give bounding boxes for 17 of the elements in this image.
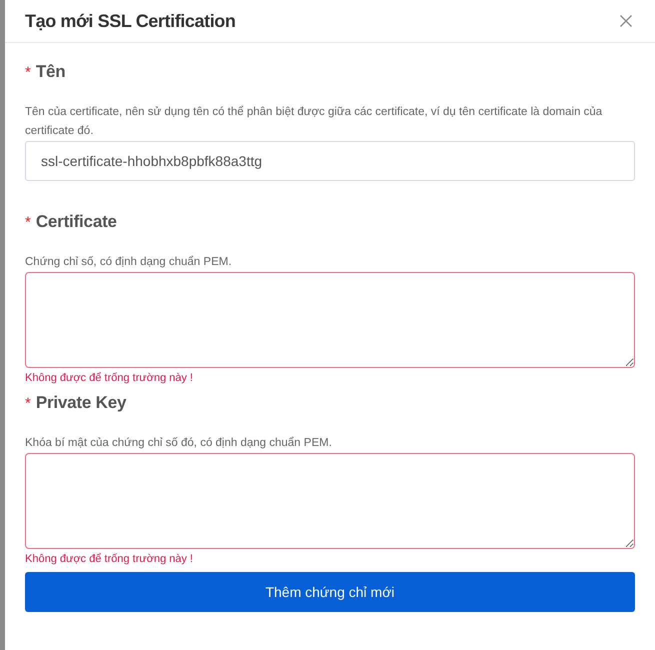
field-description: Khóa bí mật của chứng chỉ số đó, có định dạng chuẩn PEM. bbox=[25, 436, 333, 451]
field-description: Tên của certificate, nên sử dụng tên có thể phân biệt được giữa các certificate, ví dụ tên certificate là domain của certificate đó. bbox=[25, 104, 604, 139]
required-mark: * bbox=[25, 63, 31, 83]
submit-button[interactable]: Thêm chứng chỉ mới bbox=[25, 572, 635, 612]
text-input[interactable]: ssl-certificate-hhobhxb8pbfk88a3ttg bbox=[25, 141, 635, 181]
field-description: Chứng chỉ số, có định dạng chuẩn PEM. bbox=[25, 254, 233, 270]
text-area-field[interactable] bbox=[25, 272, 635, 368]
error-message: Không được để trống trường này ! bbox=[25, 371, 194, 386]
close-icon[interactable] bbox=[620, 15, 632, 27]
required-mark: * bbox=[25, 213, 31, 233]
required-mark: * bbox=[25, 394, 31, 414]
dialog-title: Tạo mới SSL Certification bbox=[25, 10, 236, 32]
error-message: Không được để trống trường này ! bbox=[25, 552, 194, 567]
text-area-field[interactable] bbox=[25, 453, 635, 549]
field-label: Private Key bbox=[36, 392, 126, 414]
field-label: Tên bbox=[36, 61, 66, 83]
field-label: Certificate bbox=[36, 211, 117, 233]
